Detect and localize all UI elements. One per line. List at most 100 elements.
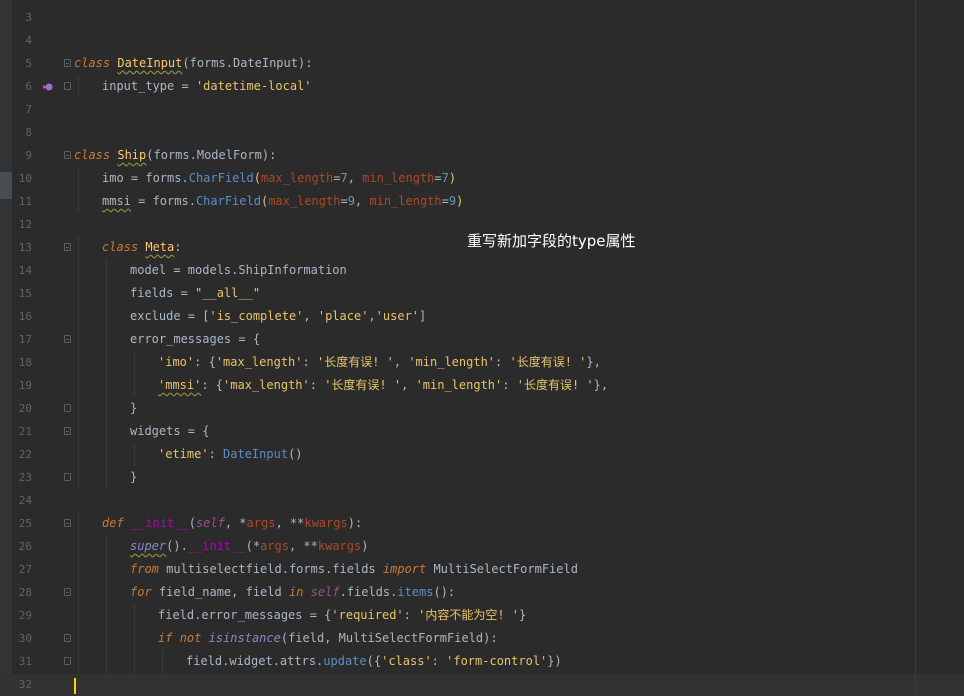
code-line[interactable]: 17 error_messages = {: [0, 328, 964, 351]
code-token: (): [288, 447, 303, 461]
code-line[interactable]: 32: [0, 673, 964, 696]
indent-guide: [78, 512, 79, 535]
code-text[interactable]: super().__init__(*args, **kwargs): [130, 535, 368, 558]
code-token: 'max_length': [223, 378, 310, 392]
code-text[interactable]: from multiselectfield.forms.fields impor…: [130, 558, 578, 581]
code-line[interactable]: 11 mmsi = forms.CharField(max_length=9, m…: [0, 190, 964, 213]
fold-marker-icon[interactable]: [64, 82, 71, 90]
code-line[interactable]: 16 exclude = ['is_complete', 'place','use…: [0, 305, 964, 328]
line-number: 17: [18, 333, 32, 346]
code-token: super: [130, 539, 167, 553]
code-line[interactable]: 6 input_type = 'datetime-local': [0, 75, 964, 98]
code-line[interactable]: 21 widgets = {: [0, 420, 964, 443]
code-line[interactable]: 20}: [0, 397, 964, 420]
code-text[interactable]: 'etime': DateInput(): [158, 443, 303, 466]
code-line[interactable]: 7: [0, 98, 964, 121]
code-token: 'min_length': [415, 378, 503, 392]
code-line[interactable]: 31 field.widget.attrs.update({'class': 'f…: [0, 650, 964, 673]
code-line[interactable]: 9 class Ship(forms.ModelForm):: [0, 144, 964, 167]
code-text[interactable]: if not isinstance(field, MultiSelectForm…: [158, 627, 498, 650]
code-token: 'place': [317, 309, 369, 323]
code-token: min_length: [362, 171, 435, 185]
code-line[interactable]: 28 for field_name, field in self.fields.i…: [0, 581, 964, 604]
code-token: DateInput: [223, 447, 289, 461]
code-text[interactable]: exclude = ['is_complete', 'place','user'…: [130, 305, 426, 328]
fold-marker-icon[interactable]: [64, 151, 71, 159]
code-text[interactable]: field.error_messages = {'required': '内容不…: [158, 604, 526, 627]
indent-guide: [78, 397, 79, 420]
fold-marker-icon[interactable]: [64, 427, 71, 435]
code-line[interactable]: 15 fields = "__all__": [0, 282, 964, 305]
code-text[interactable]: error_messages = {: [130, 328, 260, 351]
code-text[interactable]: def __init__(self, *args, **kwargs):: [102, 512, 362, 535]
code-text[interactable]: widgets = {: [130, 420, 209, 443]
code-line[interactable]: 14 model = models.ShipInformation: [0, 259, 964, 282]
code-line[interactable]: 10 imo = forms.CharField(max_length=7, mi…: [0, 167, 964, 190]
code-line[interactable]: 3: [0, 6, 964, 29]
code-line[interactable]: 18 'imo': {'max_length': '长度有误! ', 'min_l…: [0, 351, 964, 374]
code-token: },: [586, 355, 601, 369]
code-token: :: [174, 240, 182, 254]
code-line[interactable]: 29 field.error_messages = {'required': '内…: [0, 604, 964, 627]
code-line[interactable]: 22 'etime': DateInput(): [0, 443, 964, 466]
code-token: ): [448, 171, 457, 185]
code-token: widgets = {: [130, 424, 210, 438]
code-token: 'class': [381, 654, 432, 668]
code-token: if: [158, 631, 173, 645]
code-token: =: [340, 194, 348, 208]
code-token: ,: [368, 309, 376, 323]
code-token: :: [403, 608, 419, 622]
code-text[interactable]: for field_name, field in self.fields.ite…: [130, 581, 455, 604]
code-line[interactable]: 8: [0, 121, 964, 144]
code-line[interactable]: 30 if not isinstance(field, MultiSelectFo…: [0, 627, 964, 650]
line-number: 26: [18, 540, 32, 553]
code-token: (: [188, 516, 196, 530]
line-number: 16: [18, 310, 32, 323]
code-text[interactable]: mmsi = forms.CharField(max_length=9, min…: [102, 190, 463, 213]
code-text[interactable]: input_type = 'datetime-local': [102, 75, 312, 98]
code-editor[interactable]: 3 4 5 class DateInput(forms.DateInput): 6 inp…: [0, 0, 964, 696]
code-text[interactable]: model = models.ShipInformation: [130, 259, 347, 282]
code-text[interactable]: }: [130, 397, 137, 420]
fold-marker-icon[interactable]: [64, 634, 71, 642]
code-token: error_messages = {: [130, 332, 261, 346]
code-text[interactable]: fields = "__all__": [130, 282, 260, 305]
fold-marker-icon[interactable]: [64, 335, 71, 343]
code-text[interactable]: imo = forms.CharField(max_length=7, min_…: [102, 167, 456, 190]
code-token: :: [502, 378, 517, 392]
code-line[interactable]: 5 class DateInput(forms.DateInput):: [0, 52, 964, 75]
code-text[interactable]: class Meta:: [102, 236, 182, 259]
code-token: .fields.: [339, 585, 398, 599]
code-text[interactable]: }: [130, 466, 137, 489]
code-line[interactable]: 27 from multiselectfield.forms.fields imp…: [0, 558, 964, 581]
fold-marker-icon[interactable]: [64, 473, 71, 481]
line-number: 32: [18, 678, 32, 691]
code-text[interactable]: field.widget.attrs.update({'class': 'for…: [186, 650, 562, 673]
code-token: :: [302, 355, 317, 369]
code-line[interactable]: 24: [0, 489, 964, 512]
code-text[interactable]: 'imo': {'max_length': '长度有误! ', 'min_len…: [158, 351, 601, 374]
code-token: kwargs: [304, 516, 348, 530]
fold-marker-icon[interactable]: [64, 404, 71, 412]
line-number: 27: [18, 563, 32, 576]
fold-marker-icon[interactable]: [64, 657, 71, 665]
code-line[interactable]: 23}: [0, 466, 964, 489]
code-token: 7: [340, 171, 348, 185]
code-text[interactable]: class Ship(forms.ModelForm):: [74, 144, 276, 167]
line-number: 3: [25, 11, 32, 24]
code-token: :: [495, 355, 510, 369]
code-line[interactable]: 25 def __init__(self, *args, **kwargs):: [0, 512, 964, 535]
fold-marker-icon[interactable]: [64, 519, 71, 527]
fold-marker-icon[interactable]: [64, 59, 71, 67]
code-line[interactable]: 19 'mmsi': {'max_length': '长度有误! ', 'min_…: [0, 374, 964, 397]
code-line[interactable]: 4: [0, 29, 964, 52]
code-text[interactable]: class DateInput(forms.DateInput):: [74, 52, 312, 75]
code-token: Meta: [145, 240, 175, 254]
indent-guide: [106, 581, 107, 604]
fold-marker-icon[interactable]: [64, 588, 71, 596]
code-token: , **: [275, 516, 305, 530]
fold-marker-icon[interactable]: [64, 243, 71, 251]
text-caret: [74, 678, 76, 694]
code-line[interactable]: 26 super().__init__(*args, **kwargs): [0, 535, 964, 558]
code-text[interactable]: 'mmsi': {'max_length': '长度有误! ', 'min_le…: [158, 374, 608, 397]
